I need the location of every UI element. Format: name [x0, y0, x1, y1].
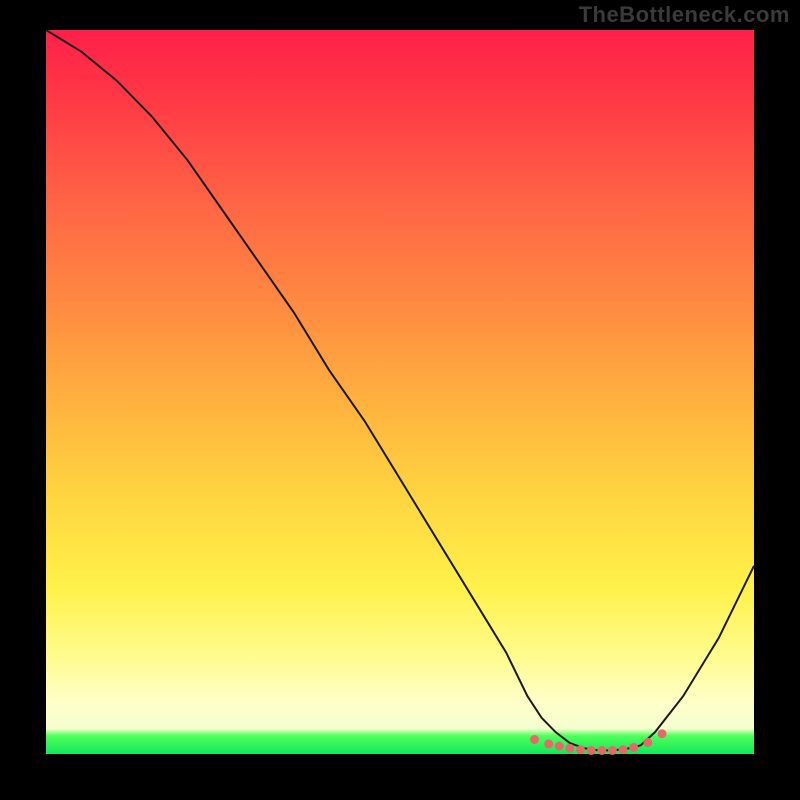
good-zone-marker — [587, 746, 596, 755]
good-zone-marker — [530, 735, 539, 744]
good-zone-marker — [565, 744, 574, 753]
bottleneck-curve — [46, 30, 754, 750]
watermark-text: TheBottleneck.com — [579, 2, 790, 28]
curve-svg — [46, 30, 754, 754]
good-zone-marker — [608, 746, 617, 755]
good-zone-marker — [597, 746, 606, 755]
chart-frame: TheBottleneck.com — [0, 0, 800, 800]
good-zone-markers — [530, 729, 667, 755]
good-zone-marker — [544, 739, 553, 748]
good-zone-marker — [555, 742, 564, 751]
plot-area — [46, 30, 754, 754]
good-zone-marker — [643, 738, 652, 747]
good-zone-marker — [619, 745, 628, 754]
good-zone-marker — [658, 729, 667, 738]
good-zone-marker — [576, 745, 585, 754]
good-zone-marker — [629, 743, 638, 752]
